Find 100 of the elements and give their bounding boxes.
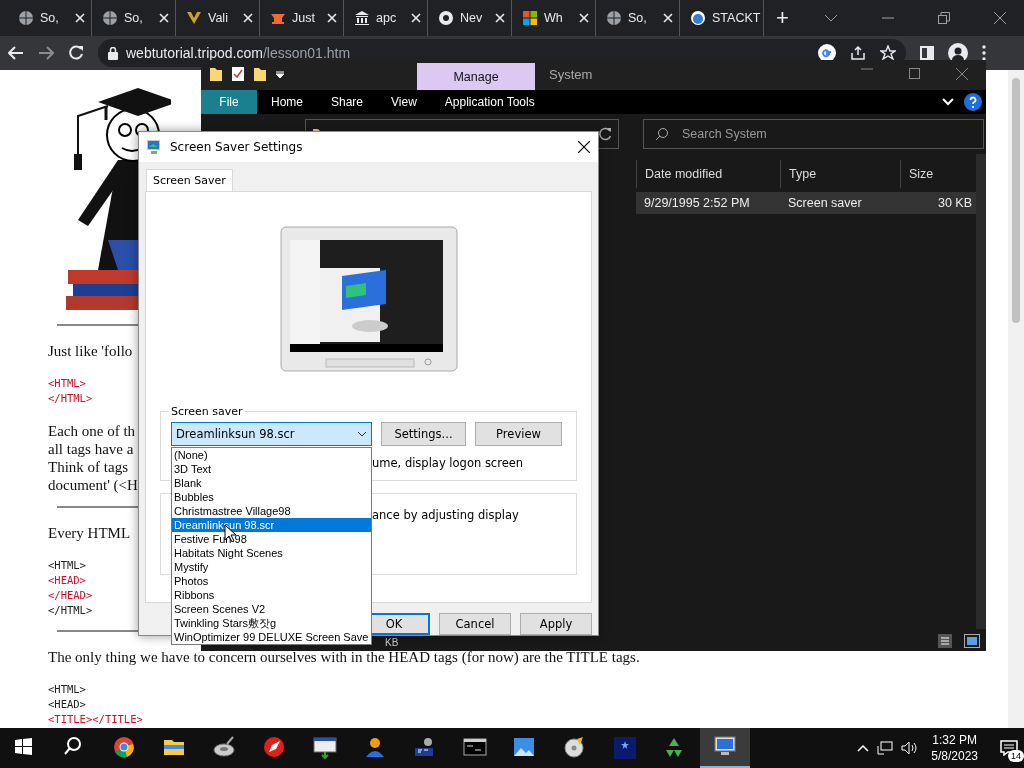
maximize-icon[interactable] [909,68,920,79]
globe-icon [606,10,622,26]
apply-button[interactable]: Apply [520,613,592,635]
paragraph-line: Think of tags [48,458,129,476]
back-arrow-icon[interactable] [8,46,24,60]
close-icon[interactable] [994,12,1006,24]
code-line: </HTML> [48,391,93,406]
chrome-icon [113,736,137,760]
menu-icon[interactable] [982,45,986,61]
url-path-text: /lesson01.htm [262,45,351,61]
status-text: KB [385,637,399,648]
paragraph-line: all tags have a [48,440,135,458]
disc-icon [213,736,237,760]
dialog-tab[interactable]: Screen Saver [146,169,233,191]
v-letter-icon [186,10,202,26]
dialog-title: Screen Saver Settings [170,140,303,154]
power-text: ance by adjusting display [372,508,520,522]
dropdown-option[interactable]: Blank [172,476,371,490]
scrollbar-thumb[interactable] [1012,78,1020,323]
help-icon[interactable] [964,93,982,111]
search-field[interactable]: Search System [643,119,984,149]
close-icon [578,141,590,153]
dropdown-option[interactable]: 3D Text [172,462,371,476]
chevron-down-icon [357,431,367,437]
folder-icon[interactable] [253,66,267,82]
circle-icon [690,10,706,26]
column-header[interactable]: Type [780,160,900,188]
folder-icon[interactable] [209,66,223,82]
settings-button[interactable]: Settings... [381,422,466,446]
clock-time: 1:32 PM [932,732,977,748]
chevron-up-icon[interactable] [857,744,870,752]
paragraph-text: Just like 'follo [48,342,133,360]
checkbox-label: ume, display logon screen [372,456,525,470]
file-row[interactable]: 9/29/1995 2:52 PM Screen saver 30 KB [636,192,976,214]
network-icon[interactable] [877,741,894,755]
cancel-button[interactable]: Cancel [439,613,511,635]
chevron-down-icon[interactable] [824,14,838,22]
ribbon-tab[interactable]: Home [257,90,317,114]
taskbar-button[interactable] [700,728,750,768]
details-view-icon[interactable] [938,634,952,648]
rocket-icon [263,736,287,760]
dropdown-option[interactable]: Dreamlinksun 98.scr [172,518,371,532]
clock-date: 5/8/2023 [931,748,978,764]
window-title: System [549,67,593,82]
ribbon-tab[interactable]: Share [317,90,378,114]
share-icon[interactable] [850,45,866,61]
code-line: </HTML> [48,603,93,618]
code-line: <HTML> [48,376,87,391]
tiles-view-icon[interactable] [964,634,980,648]
scrollbar[interactable] [1008,70,1024,728]
monitor-icon [146,139,162,155]
paragraph-line: Each one of th [48,422,137,440]
screen-saver-dropdown[interactable]: Dreamlinksun 98.scr [171,422,372,446]
code-line: <HTML> [48,682,87,697]
code-line: <TITLE></TITLE> [48,712,143,727]
restore-icon[interactable] [938,12,950,24]
dropdown-option[interactable]: Habitats Night Scenes [172,546,371,560]
dropdown-option[interactable]: Christmastree Village98 [172,504,371,518]
code-line: <HEAD> [48,697,87,712]
url-host-text: webtutorial.tripod.com [126,45,263,61]
globe-icon [102,10,118,26]
window-icon [313,736,337,760]
ribbon-tab[interactable]: Application Tools [430,90,549,114]
windows-icon [522,10,538,26]
search-icon [655,127,669,141]
building-icon [354,10,370,26]
code-line: <HEAD> [48,573,87,588]
preview-button[interactable]: Preview [475,422,562,446]
dropdown-option[interactable]: (None) [172,448,371,462]
refresh-icon[interactable] [598,127,612,141]
dropdown-option[interactable]: Screen Scenes V2 [172,602,371,616]
new-tab-button[interactable]: + [772,5,793,31]
globe-icon [18,10,34,26]
ribbon-context-tab[interactable]: Manage [417,63,535,90]
dropdown-option[interactable]: Photos [172,574,371,588]
scrollbar[interactable] [976,154,986,629]
dropdown-option[interactable]: Mystify [172,560,371,574]
dropdown-arrow-icon[interactable] [275,70,285,78]
ribbon-tab[interactable]: View [377,90,431,114]
star-icon[interactable] [880,45,896,61]
dropdown-option[interactable]: Ribbons [172,588,371,602]
paragraph-line: document' (<H [48,476,138,494]
chrome-icon [438,10,454,26]
paragraph-text: The only thing we have to concern ourselves with in the HEAD tags (for now) are the TITLE tags. [48,648,640,666]
speaker-icon[interactable] [901,741,918,755]
close-button[interactable] [578,141,590,153]
paragraph-text: Every HTML [48,524,131,542]
cd-icon [563,736,587,760]
clock[interactable]: 1:32 PM 5/8/2023 [931,732,978,764]
checklist-icon[interactable] [231,66,245,82]
group-label: Screen saver [170,405,244,418]
forward-arrow-icon[interactable] [38,46,54,60]
column-header[interactable]: Date modified [636,160,780,188]
notification-count-badge: 14 [1008,750,1024,762]
stars-icon [613,736,637,760]
dropdown-option[interactable]: Bubbles [172,490,371,504]
code-line: <HTML> [48,558,87,573]
reload-icon[interactable] [68,45,84,61]
code-line: </HEAD> [48,588,93,603]
side-panel-icon[interactable] [920,46,934,60]
